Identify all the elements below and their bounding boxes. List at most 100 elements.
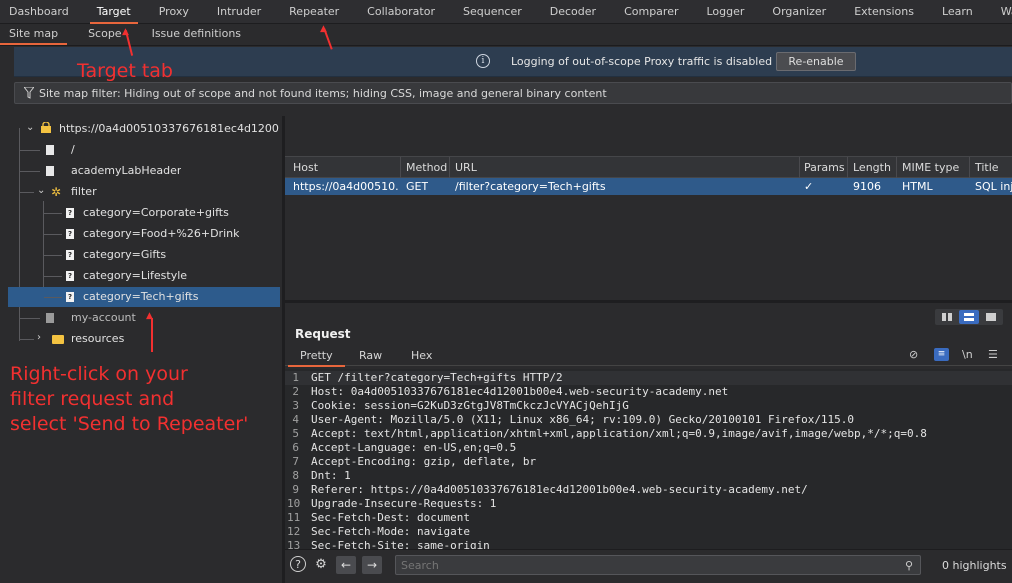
tab-hex[interactable]: Hex bbox=[411, 349, 432, 362]
column-header-title[interactable]: Title bbox=[975, 161, 999, 174]
column-header-url[interactable]: URL bbox=[455, 161, 477, 174]
code-line: 10 Upgrade-Insecure-Requests: 1 bbox=[287, 497, 497, 510]
tree-node-query[interactable]: ? category=Food+%26+Drink bbox=[8, 224, 280, 244]
chevron-right-icon[interactable]: › bbox=[37, 332, 41, 343]
arrowhead-icon: ▲ bbox=[320, 24, 327, 34]
filter-text: Site map filter: Hiding out of scope and… bbox=[39, 87, 607, 100]
re-enable-button[interactable]: Re-enable bbox=[776, 52, 856, 71]
tab-extensions[interactable]: Extensions bbox=[845, 0, 923, 24]
cell-method: GET bbox=[406, 180, 429, 193]
tree-label: category=Corporate+gifts bbox=[83, 206, 229, 219]
search-input[interactable] bbox=[395, 555, 921, 575]
annotation-line: Right-click on your bbox=[10, 363, 188, 385]
tree-node-query[interactable]: ? category=Lifestyle bbox=[8, 266, 280, 286]
tree-node-host[interactable]: ⌄ https://0a4d00510337676181ec4d12001b00… bbox=[8, 119, 280, 139]
query-icon: ? bbox=[66, 250, 74, 260]
editor-bottom-bar: ? ⚙ ← → ⚲ 0 highlights bbox=[285, 549, 1012, 583]
search-icon[interactable]: ⚲ bbox=[905, 559, 913, 572]
tab-proxy[interactable]: Proxy bbox=[150, 0, 198, 24]
previous-button[interactable]: ← bbox=[336, 556, 356, 574]
code-line-text: Accept-Language: en-US,en;q=0.5 bbox=[311, 441, 517, 454]
tree-label: resources bbox=[71, 332, 125, 345]
tree-label: filter bbox=[71, 185, 97, 198]
layout-stacked-button[interactable] bbox=[959, 310, 979, 324]
tab-intruder[interactable]: Intruder bbox=[208, 0, 270, 24]
tree-node-query[interactable]: ? category=Gifts bbox=[8, 245, 280, 265]
cell-length: 9106 bbox=[853, 180, 881, 193]
code-line: 3 Cookie: session=G2KuD3zGtgJV8TmCkczJcVY… bbox=[292, 399, 629, 412]
tree-label: https://0a4d00510337676181ec4d12001b00e bbox=[59, 122, 279, 135]
cell-params: ✓ bbox=[804, 180, 814, 193]
tab-site-map[interactable]: Site map bbox=[0, 24, 68, 45]
tab-decoder[interactable]: Decoder bbox=[541, 0, 605, 24]
tree-label: category=Lifestyle bbox=[83, 269, 188, 282]
wrap-lines-icon[interactable]: ≡ bbox=[934, 348, 949, 361]
settings-gear-icon[interactable]: ⚙ bbox=[312, 556, 330, 574]
code-line-text: User-Agent: Mozilla/5.0 (X11; Linux x86_… bbox=[311, 413, 855, 426]
tab-learn[interactable]: Learn bbox=[933, 0, 982, 24]
tree-node-academylabheader[interactable]: academyLabHeader bbox=[8, 161, 280, 181]
code-line-text: Accept: text/html,application/xhtml+xml,… bbox=[311, 427, 927, 440]
tab-issue-definitions[interactable]: Issue definitions bbox=[143, 24, 250, 45]
code-line-text: Dnt: 1 bbox=[311, 469, 351, 482]
tree-node-filter[interactable]: ⌄ ✲ filter bbox=[8, 182, 280, 202]
hide-nonprintable-icon[interactable]: ⊘ bbox=[909, 348, 918, 361]
file-icon bbox=[46, 166, 54, 176]
next-button[interactable]: → bbox=[362, 556, 382, 574]
tree-label: my-account bbox=[71, 311, 136, 324]
annotation-line: select 'Send to Repeater' bbox=[10, 413, 249, 435]
request-editor[interactable]: 1 GET /filter?category=Tech+gifts HTTP/2 … bbox=[285, 369, 1012, 549]
column-header-params[interactable]: Params bbox=[804, 161, 845, 174]
file-icon bbox=[46, 313, 54, 323]
tab-organizer[interactable]: Organizer bbox=[763, 0, 835, 24]
code-line: 9 Referer: https://0a4d00510337676181ec4d… bbox=[292, 483, 808, 496]
tree-node-query[interactable]: ? category=Corporate+gifts bbox=[8, 203, 280, 223]
chevron-down-icon[interactable]: ⌄ bbox=[37, 185, 45, 196]
column-header-method[interactable]: Method bbox=[406, 161, 447, 174]
tab-target[interactable]: Target bbox=[88, 0, 140, 24]
code-line: 8 Dnt: 1 bbox=[292, 469, 351, 482]
chevron-down-icon[interactable]: ⌄ bbox=[26, 122, 34, 133]
column-header-length[interactable]: Length bbox=[853, 161, 891, 174]
site-map-filter-bar[interactable]: Site map filter: Hiding out of scope and… bbox=[14, 82, 1012, 104]
cell-host: https://0a4d00510... bbox=[293, 180, 399, 193]
show-newlines-icon[interactable]: \n bbox=[962, 348, 973, 361]
tree-node-my-account[interactable]: my-account bbox=[8, 308, 280, 328]
annotation-arrow bbox=[151, 318, 153, 352]
column-header-host[interactable]: Host bbox=[293, 161, 318, 174]
code-line-text: Cookie: session=G2KuD3zGtgJV8TmCkczJcVYA… bbox=[311, 399, 629, 412]
tab-overflow[interactable]: Wa bbox=[992, 0, 1012, 24]
layout-side-by-side-button[interactable] bbox=[937, 310, 957, 324]
tab-comparer[interactable]: Comparer bbox=[615, 0, 687, 24]
tab-collaborator[interactable]: Collaborator bbox=[358, 0, 444, 24]
request-view-tabs: Pretty Raw Hex ⊘ ≡ \n ☰ bbox=[285, 346, 1012, 367]
tree-node-resources[interactable]: › resources bbox=[8, 329, 280, 349]
code-line: 11 Sec-Fetch-Dest: document bbox=[287, 511, 470, 524]
code-line: 13 Sec-Fetch-Site: same-origin bbox=[285, 539, 1012, 549]
tree-node-query-selected[interactable]: ? category=Tech+gifts bbox=[8, 287, 280, 307]
folder-icon bbox=[52, 335, 64, 344]
tab-dashboard[interactable]: Dashboard bbox=[0, 0, 78, 24]
annotation-target-tab: Target tab bbox=[77, 60, 173, 82]
code-line: 2 Host: 0a4d00510337676181ec4d12001b00e4.… bbox=[292, 385, 729, 398]
column-header-mime-type[interactable]: MIME type bbox=[902, 161, 959, 174]
highlights-count: 0 highlights bbox=[942, 559, 1007, 572]
query-icon: ? bbox=[66, 271, 74, 281]
layout-single-button[interactable] bbox=[981, 310, 1001, 324]
tab-repeater[interactable]: Repeater bbox=[280, 0, 348, 24]
cell-mime-type: HTML bbox=[902, 180, 933, 193]
tab-sequencer[interactable]: Sequencer bbox=[454, 0, 531, 24]
tab-logger[interactable]: Logger bbox=[697, 0, 753, 24]
tab-raw[interactable]: Raw bbox=[359, 349, 382, 362]
code-line: 7 Accept-Encoding: gzip, deflate, br bbox=[292, 455, 537, 468]
code-line: 5 Accept: text/html,application/xhtml+xml… bbox=[292, 427, 927, 440]
tree-label: category=Food+%26+Drink bbox=[83, 227, 240, 240]
horizontal-splitter[interactable] bbox=[285, 300, 1012, 303]
help-icon[interactable]: ? bbox=[290, 556, 306, 572]
menu-icon[interactable]: ☰ bbox=[988, 348, 998, 361]
tree-node-root[interactable]: / bbox=[8, 140, 280, 160]
tree-label: / bbox=[71, 143, 75, 156]
arrowhead-icon: ▲ bbox=[122, 27, 129, 37]
table-row[interactable]: https://0a4d00510... GET /filter?categor… bbox=[285, 178, 1012, 195]
tab-pretty[interactable]: Pretty bbox=[288, 349, 345, 367]
